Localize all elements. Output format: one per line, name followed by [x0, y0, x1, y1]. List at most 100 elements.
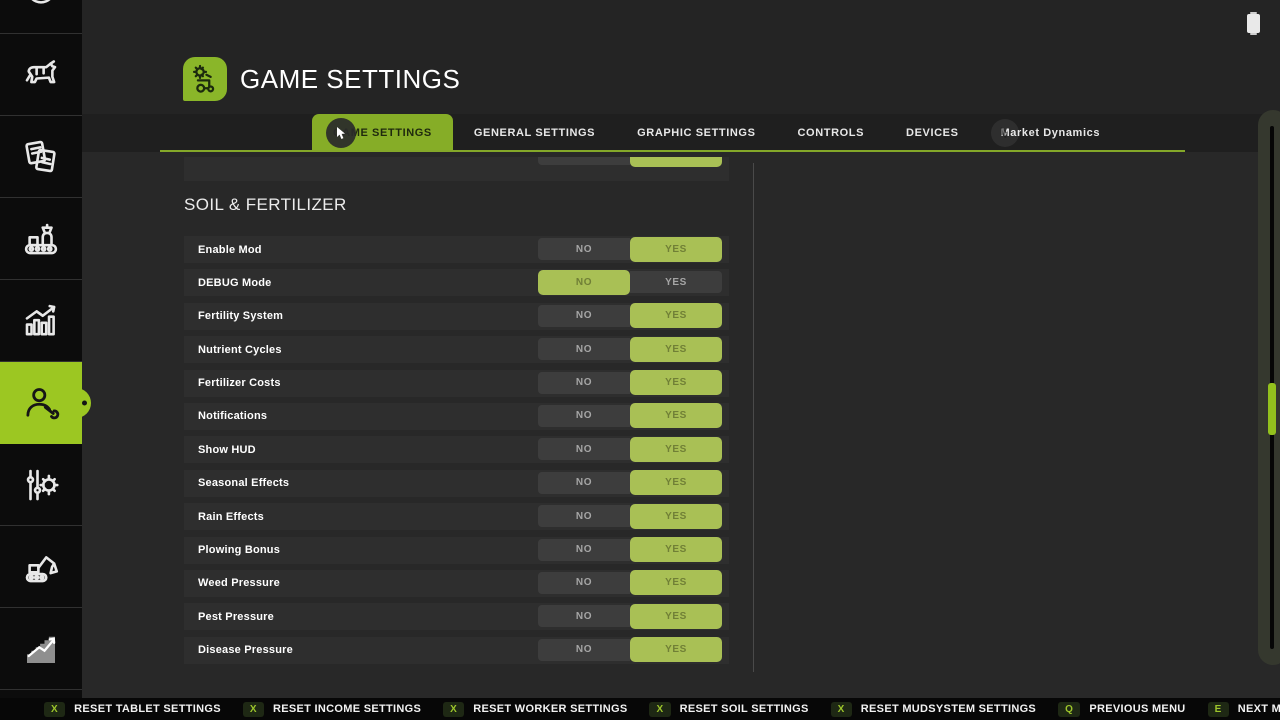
setting-row: Disease Pressure NOYES	[184, 637, 729, 664]
shortcut-reset-tablet-settings[interactable]: XRESET TABLET SETTINGS	[44, 702, 221, 717]
toggle-yes-button[interactable]: YES	[630, 237, 722, 262]
toggle-group: NOYES	[538, 372, 722, 394]
tab-devices[interactable]: DEVICES	[885, 114, 980, 152]
toggle-no-button[interactable]: NO	[538, 505, 630, 527]
content-divider	[753, 163, 754, 672]
toggle-yes-button[interactable]: YES	[630, 537, 722, 562]
contracts-icon	[20, 136, 62, 178]
shortcut-label: RESET TABLET SETTINGS	[74, 703, 221, 715]
toggle-yes-button[interactable]: YES	[630, 570, 722, 595]
sidebar-item-clock-partial[interactable]	[0, 0, 82, 34]
setting-label: Plowing Bonus	[198, 544, 280, 556]
production-icon	[20, 218, 62, 260]
cow-icon	[20, 54, 62, 96]
active-item-notch	[73, 388, 91, 418]
toggle-group: NOYES	[538, 305, 722, 327]
toggle-yes-button[interactable]: YES	[630, 437, 722, 462]
sidebar-item-statistics[interactable]	[0, 280, 82, 362]
shortcut-reset-worker-settings[interactable]: XRESET WORKER SETTINGS	[443, 702, 627, 717]
setting-label: Disease Pressure	[198, 644, 293, 656]
setting-row: NotificationsNOYES	[184, 403, 729, 430]
shortcut-label: PREVIOUS MENU	[1089, 703, 1185, 715]
tab-general-settings[interactable]: GENERAL SETTINGS	[453, 114, 616, 152]
toggle-yes-button[interactable]: YES	[630, 604, 722, 629]
toggle-yes-button[interactable]: YES	[630, 637, 722, 662]
toggle-yes-button[interactable]: YES	[630, 470, 722, 495]
setting-label: Weed Pressure	[198, 577, 280, 589]
shortcut-previous-menu[interactable]: QPREVIOUS MENU	[1058, 702, 1185, 717]
sidebar-item-tuning-gear[interactable]	[0, 444, 82, 526]
setting-row: Plowing Bonus NOYES	[184, 537, 729, 564]
shortcut-next-menu[interactable]: ENEXT MENU	[1208, 702, 1280, 717]
toggle-yes-button[interactable]: YES	[630, 271, 722, 293]
toggle-group: NOYES	[538, 438, 722, 460]
toggle-no-button[interactable]: NO	[538, 270, 630, 295]
toggle-no-button[interactable]: NO	[538, 338, 630, 360]
toggle-yes-button[interactable]: YES	[630, 303, 722, 328]
header-area	[82, 0, 1280, 114]
sidebar-item-contracts[interactable]	[0, 116, 82, 198]
toggle-group: NOYES	[538, 405, 722, 427]
setting-label: Pest Pressure	[198, 611, 274, 623]
toggle-group: NOYES	[538, 539, 722, 561]
toggle-no-button[interactable]: NO	[538, 605, 630, 627]
toggle-yes-button[interactable]: YES	[630, 337, 722, 362]
key-badge: X	[649, 702, 670, 717]
toggle-yes-button[interactable]: YES	[630, 157, 722, 167]
toggle-no-button[interactable]: NO	[538, 438, 630, 460]
tab-graphic-settings[interactable]: GRAPHIC SETTINGS	[616, 114, 776, 152]
section-title: SOIL & FERTILIZER	[184, 195, 347, 215]
sidebar-item-excavator[interactable]	[0, 526, 82, 608]
growth-chart-icon	[20, 628, 62, 670]
sidebar	[0, 0, 82, 698]
toggle-group: NOYES	[538, 338, 722, 360]
toggle-no-button[interactable]: NO	[538, 572, 630, 594]
tab-controls[interactable]: CONTROLS	[777, 114, 886, 152]
key-badge: X	[443, 702, 464, 717]
shortcut-reset-income-settings[interactable]: XRESET INCOME SETTINGS	[243, 702, 421, 717]
toggle-no-button[interactable]: NO	[538, 157, 630, 165]
toggle-no-button[interactable]: NO	[538, 405, 630, 427]
mouse-cursor	[326, 118, 356, 148]
sidebar-item-production[interactable]	[0, 198, 82, 280]
clock-partial-icon	[21, 10, 61, 24]
scrollbar-thumb[interactable]	[1268, 383, 1276, 435]
setting-label: DEBUG Mode	[198, 277, 272, 289]
toggle-group: NOYES	[538, 472, 722, 494]
key-badge: X	[831, 702, 852, 717]
sidebar-item-growth-chart[interactable]	[0, 608, 82, 690]
sidebar-item-worker[interactable]	[0, 362, 82, 444]
toggle-yes-button[interactable]: YES	[630, 504, 722, 529]
toggle-no-button[interactable]: NO	[538, 305, 630, 327]
scrolled-setting-row-partial[interactable]: NO YES	[184, 157, 729, 181]
setting-row: Pest Pressure NOYES	[184, 603, 729, 630]
toggle-no-button[interactable]: NO	[538, 639, 630, 661]
setting-label: Fertilizer Costs	[198, 377, 281, 389]
toggle-yes-button[interactable]: YES	[630, 370, 722, 395]
toggle-group: NOYES	[538, 238, 722, 260]
statistics-icon	[20, 300, 62, 342]
setting-row: Nutrient Cycles NOYES	[184, 336, 729, 363]
toggle-yes-button[interactable]: YES	[630, 403, 722, 428]
toggle-group: NOYES	[538, 505, 722, 527]
setting-label: Nutrient Cycles	[198, 344, 282, 356]
battery-icon	[1247, 14, 1260, 33]
shortcut-reset-mudsystem-settings[interactable]: XRESET MUDSYSTEM SETTINGS	[831, 702, 1036, 717]
toggle-no-button[interactable]: NO	[538, 238, 630, 260]
setting-row: Seasonal EffectsNOYES	[184, 470, 729, 497]
shortcut-label: RESET SOIL SETTINGS	[680, 703, 809, 715]
key-badge: X	[243, 702, 264, 717]
toggle-no-button[interactable]: NO	[538, 539, 630, 561]
toggle-group: NOYES	[538, 271, 722, 293]
toggle-no-button[interactable]: NO	[538, 372, 630, 394]
setting-label: Fertility System	[198, 310, 283, 322]
sidebar-item-cow[interactable]	[0, 34, 82, 116]
shortcut-reset-soil-settings[interactable]: X RESET SOIL SETTINGS	[649, 702, 808, 717]
toggle-group: NOYES	[538, 605, 722, 627]
scrollbar[interactable]	[1258, 110, 1280, 665]
key-badge: E	[1208, 702, 1229, 717]
tab-underline	[160, 150, 1185, 152]
toggle-no-button[interactable]: NO	[538, 472, 630, 494]
page-title: GAME SETTINGS	[240, 64, 460, 95]
setting-row: Show HUDNOYES	[184, 436, 729, 463]
